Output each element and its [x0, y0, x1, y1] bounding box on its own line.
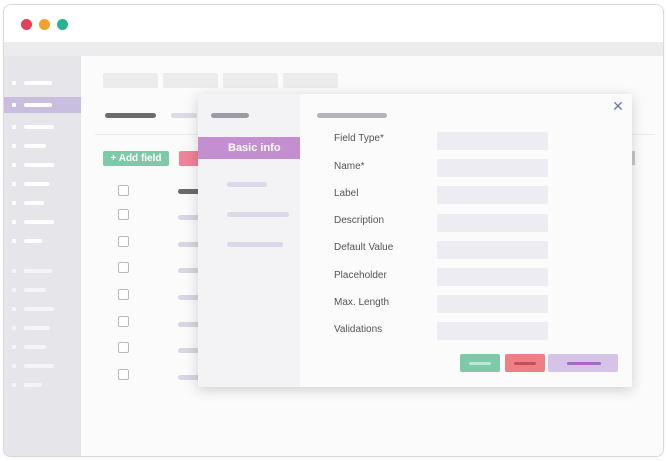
modal-tab-placeholder[interactable] — [227, 212, 289, 217]
row-checkbox[interactable] — [118, 209, 129, 220]
table-row — [178, 322, 200, 327]
placeholder-input[interactable] — [437, 268, 548, 286]
modal-tab-placeholder[interactable] — [227, 242, 283, 247]
table-row — [178, 295, 200, 300]
row-checkbox[interactable] — [118, 289, 129, 300]
sidebar-item[interactable] — [4, 138, 81, 154]
sidebar-item[interactable] — [4, 176, 81, 192]
table-row — [178, 375, 200, 380]
tab-basic-info[interactable]: Basic info — [198, 137, 300, 159]
label-label: Label — [334, 188, 359, 199]
validations-label: Validations — [334, 324, 383, 335]
name-label: Name* — [334, 161, 365, 172]
label-input[interactable] — [437, 186, 548, 204]
table-row — [178, 242, 200, 247]
title-bar — [4, 5, 663, 42]
modal-sidebar: Basic info — [198, 94, 300, 387]
field-type-input[interactable] — [437, 132, 548, 150]
minimize-window-dot[interactable] — [39, 19, 50, 30]
sidebar-item[interactable] — [4, 377, 81, 393]
placeholder-label: Placeholder — [334, 270, 387, 281]
row-checkbox[interactable] — [118, 236, 129, 247]
column-header-placeholder — [178, 189, 200, 194]
table-row — [178, 348, 200, 353]
toolbar-edge-button[interactable] — [632, 151, 635, 165]
description-label: Description — [334, 215, 385, 226]
subtitle-placeholder — [171, 113, 197, 118]
tab-placeholder[interactable] — [103, 73, 158, 88]
max-length-label: Max. Length — [334, 297, 390, 308]
row-checkbox[interactable] — [118, 185, 129, 196]
tab-placeholder[interactable] — [223, 73, 278, 88]
row-checkbox[interactable] — [118, 262, 129, 273]
sidebar-item[interactable] — [4, 358, 81, 374]
maximize-window-dot[interactable] — [57, 19, 68, 30]
description-input[interactable] — [437, 214, 548, 232]
sidebar-item[interactable] — [4, 75, 81, 91]
sidebar-item[interactable] — [4, 214, 81, 230]
table-row — [178, 268, 200, 273]
modal-form: ✕ Field Type* Name* Label Description De… — [300, 94, 632, 387]
sidebar-item[interactable] — [4, 301, 81, 317]
sidebar-item[interactable] — [4, 195, 81, 211]
submit-button[interactable] — [548, 354, 618, 372]
sidebar — [4, 56, 81, 456]
tab-placeholder[interactable] — [163, 73, 218, 88]
modal-title-placeholder — [317, 113, 387, 118]
modal-sidebar-title-placeholder — [211, 113, 249, 118]
validations-input[interactable] — [437, 322, 548, 340]
tab-placeholder[interactable] — [283, 73, 338, 88]
table-row — [178, 215, 200, 220]
row-checkbox[interactable] — [118, 342, 129, 353]
sidebar-item[interactable] — [4, 339, 81, 355]
row-checkbox[interactable] — [118, 316, 129, 327]
field-type-label: Field Type* — [334, 133, 384, 144]
modal-tab-placeholder[interactable] — [227, 182, 267, 187]
sidebar-item[interactable] — [4, 157, 81, 173]
top-strip — [4, 42, 663, 56]
name-input[interactable] — [437, 159, 548, 177]
save-button[interactable] — [460, 354, 500, 372]
sidebar-item[interactable] — [4, 119, 81, 135]
default-value-input[interactable] — [437, 241, 548, 259]
max-length-input[interactable] — [437, 295, 548, 313]
sidebar-item[interactable] — [4, 320, 81, 336]
close-window-dot[interactable] — [21, 19, 32, 30]
delete-field-button[interactable] — [505, 354, 545, 372]
sidebar-item[interactable] — [4, 263, 81, 279]
add-field-button[interactable]: + Add field — [103, 151, 169, 166]
sidebar-item-active[interactable] — [4, 97, 81, 113]
page-title-placeholder — [105, 113, 156, 118]
sidebar-item[interactable] — [4, 233, 81, 249]
row-checkbox[interactable] — [118, 369, 129, 380]
default-value-label: Default Value — [334, 242, 394, 253]
field-editor-modal: Basic info ✕ Field Type* Name* Label Des… — [198, 94, 632, 387]
close-icon[interactable]: ✕ — [611, 99, 625, 113]
sidebar-item[interactable] — [4, 282, 81, 298]
